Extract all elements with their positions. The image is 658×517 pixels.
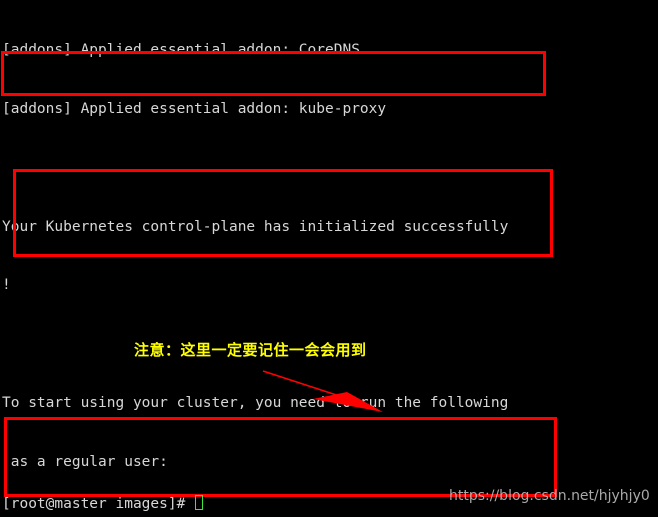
prompt-label: [root@master images]# <box>2 496 195 512</box>
watermark-text: https://blog.csdn.net/hjyhjy0 <box>449 488 650 504</box>
terminal-line-success: Your Kubernetes control-plane has initia… <box>2 218 509 235</box>
terminal-line: ! <box>2 277 11 294</box>
terminal-line: [addons] Applied essential addon: CoreDN… <box>2 42 360 59</box>
shell-prompt[interactable]: [root@master images]# <box>2 495 204 515</box>
terminal-line: [addons] Applied essential addon: kube-p… <box>2 100 387 117</box>
cursor-block <box>195 495 204 510</box>
chinese-annotation-note: 注意：这里一定要记住一会会用到 <box>134 341 367 359</box>
terminal-line: as a regular user: <box>2 453 168 470</box>
terminal-window[interactable]: [addons] Applied essential addon: CoreDN… <box>0 0 658 517</box>
terminal-output: [addons] Applied essential addon: CoreDN… <box>2 2 656 517</box>
terminal-line: To start using your cluster, you need to… <box>2 394 509 411</box>
